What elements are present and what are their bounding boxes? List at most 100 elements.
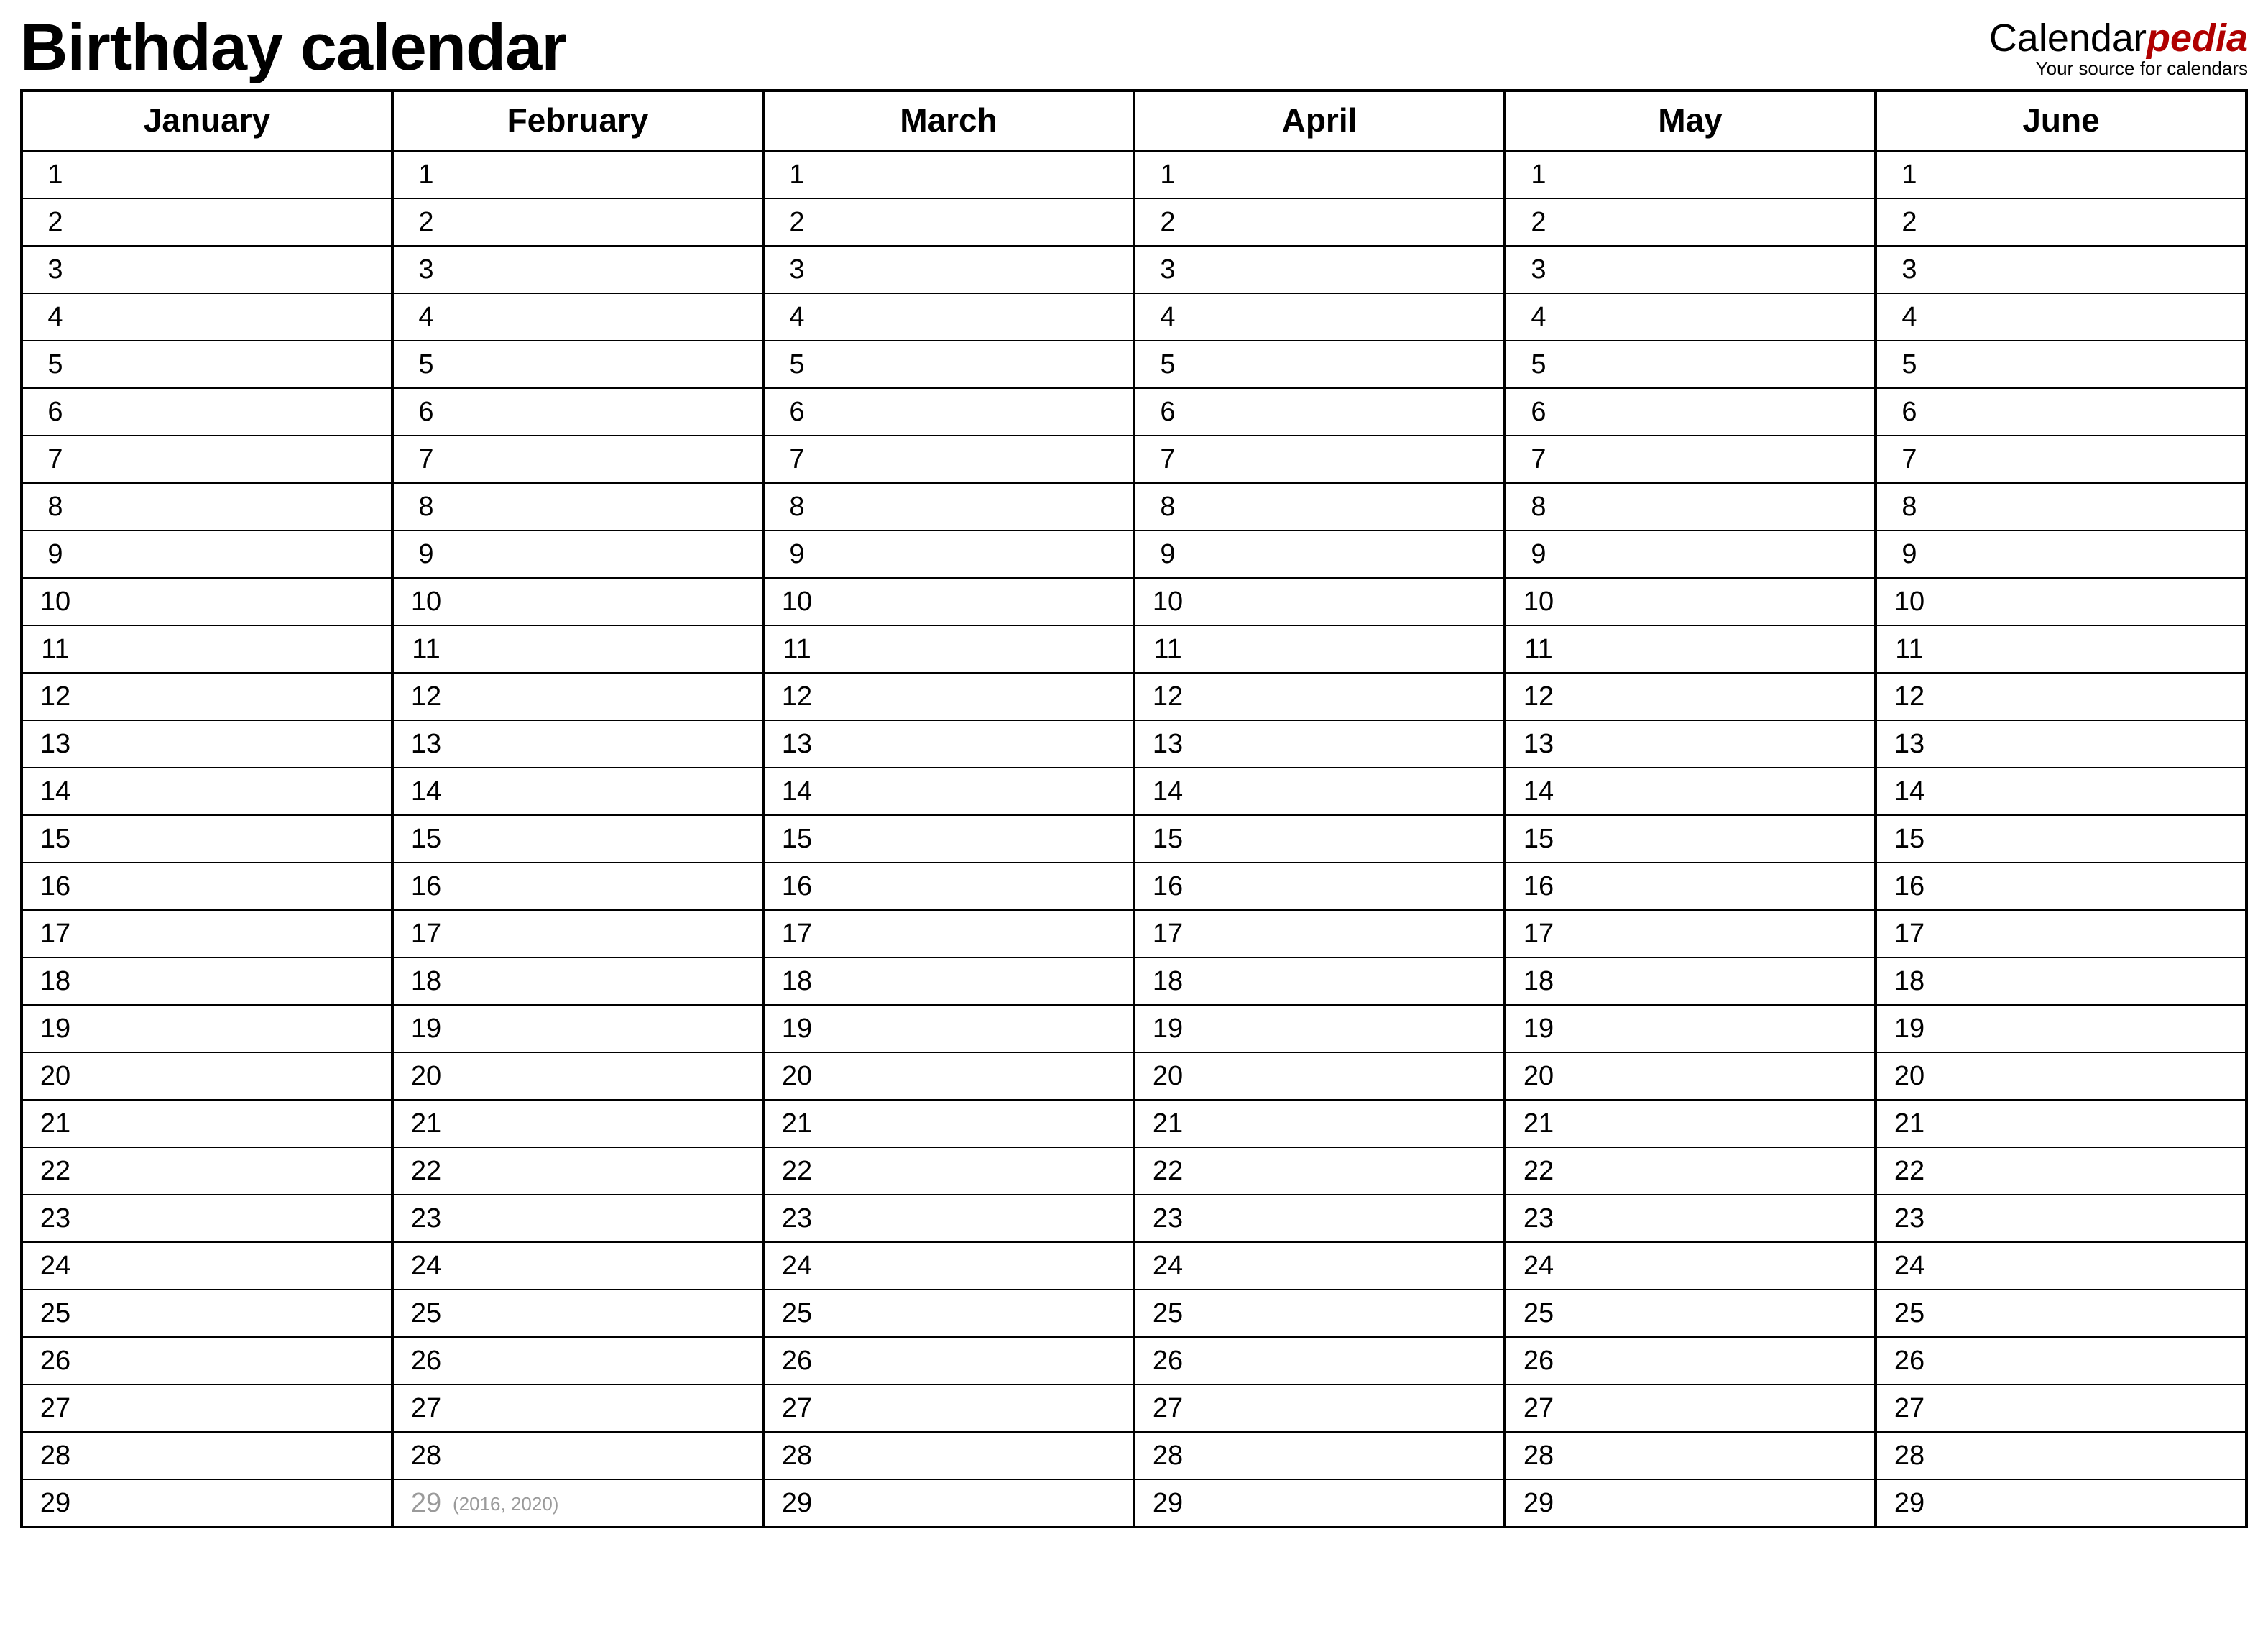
calendar-day-cell[interactable]: 16 [1876, 863, 2246, 910]
calendar-day-cell[interactable]: 29 [1505, 1479, 1876, 1527]
calendar-day-cell[interactable]: 22 [763, 1147, 1134, 1195]
calendar-day-cell[interactable]: 11 [763, 625, 1134, 673]
calendar-day-cell[interactable]: 3 [1134, 246, 1505, 293]
calendar-day-cell[interactable]: 10 [22, 578, 392, 625]
calendar-day-cell[interactable]: 23 [392, 1195, 763, 1242]
calendar-day-cell[interactable]: 13 [763, 720, 1134, 768]
calendar-day-cell[interactable]: 14 [1876, 768, 2246, 815]
calendar-day-cell[interactable]: 21 [392, 1100, 763, 1147]
calendar-day-cell[interactable]: 5 [392, 341, 763, 388]
calendar-day-cell[interactable]: 3 [763, 246, 1134, 293]
calendar-day-cell[interactable]: 9 [1876, 530, 2246, 578]
calendar-day-cell[interactable]: 5 [763, 341, 1134, 388]
calendar-day-cell[interactable]: 23 [1876, 1195, 2246, 1242]
calendar-day-cell[interactable]: 21 [763, 1100, 1134, 1147]
calendar-day-cell[interactable]: 14 [22, 768, 392, 815]
calendar-day-cell[interactable]: 27 [1505, 1384, 1876, 1432]
calendar-day-cell[interactable]: 21 [1876, 1100, 2246, 1147]
calendar-day-cell[interactable]: 12 [1876, 673, 2246, 720]
calendar-day-cell[interactable]: 14 [1505, 768, 1876, 815]
calendar-day-cell[interactable]: 28 [392, 1432, 763, 1479]
calendar-day-cell[interactable]: 26 [392, 1337, 763, 1384]
calendar-day-cell[interactable]: 13 [1876, 720, 2246, 768]
calendar-day-cell[interactable]: 27 [1876, 1384, 2246, 1432]
calendar-day-cell[interactable]: 26 [1505, 1337, 1876, 1384]
calendar-day-cell[interactable]: 17 [1876, 910, 2246, 957]
calendar-day-cell[interactable]: 8 [392, 483, 763, 530]
calendar-day-cell[interactable]: 27 [763, 1384, 1134, 1432]
calendar-day-cell[interactable]: 21 [1134, 1100, 1505, 1147]
calendar-day-cell[interactable]: 4 [763, 293, 1134, 341]
calendar-day-cell[interactable]: 20 [392, 1052, 763, 1100]
calendar-day-cell[interactable]: 24 [1505, 1242, 1876, 1290]
calendar-day-cell[interactable]: 25 [1505, 1290, 1876, 1337]
calendar-day-cell[interactable]: 8 [1505, 483, 1876, 530]
calendar-day-cell[interactable]: 8 [22, 483, 392, 530]
calendar-day-cell[interactable]: 7 [1505, 436, 1876, 483]
calendar-day-cell[interactable]: 7 [392, 436, 763, 483]
calendar-day-cell[interactable]: 6 [1505, 388, 1876, 436]
calendar-day-cell[interactable]: 29(2016, 2020) [392, 1479, 763, 1527]
calendar-day-cell[interactable]: 4 [1134, 293, 1505, 341]
calendar-day-cell[interactable]: 15 [763, 815, 1134, 863]
calendar-day-cell[interactable]: 2 [763, 198, 1134, 246]
calendar-day-cell[interactable]: 17 [392, 910, 763, 957]
calendar-day-cell[interactable]: 22 [1876, 1147, 2246, 1195]
calendar-day-cell[interactable]: 17 [763, 910, 1134, 957]
calendar-day-cell[interactable]: 1 [22, 151, 392, 198]
calendar-day-cell[interactable]: 20 [1876, 1052, 2246, 1100]
calendar-day-cell[interactable]: 15 [1134, 815, 1505, 863]
calendar-day-cell[interactable]: 1 [1134, 151, 1505, 198]
calendar-day-cell[interactable]: 27 [1134, 1384, 1505, 1432]
calendar-day-cell[interactable]: 25 [1876, 1290, 2246, 1337]
calendar-day-cell[interactable]: 2 [1134, 198, 1505, 246]
calendar-day-cell[interactable]: 21 [1505, 1100, 1876, 1147]
calendar-day-cell[interactable]: 14 [1134, 768, 1505, 815]
calendar-day-cell[interactable]: 7 [1134, 436, 1505, 483]
calendar-day-cell[interactable]: 19 [1134, 1005, 1505, 1052]
calendar-day-cell[interactable]: 26 [22, 1337, 392, 1384]
calendar-day-cell[interactable]: 23 [1134, 1195, 1505, 1242]
calendar-day-cell[interactable]: 24 [1134, 1242, 1505, 1290]
calendar-day-cell[interactable]: 28 [1505, 1432, 1876, 1479]
calendar-day-cell[interactable]: 21 [22, 1100, 392, 1147]
calendar-day-cell[interactable]: 4 [1876, 293, 2246, 341]
calendar-day-cell[interactable]: 17 [1505, 910, 1876, 957]
calendar-day-cell[interactable]: 10 [1876, 578, 2246, 625]
calendar-day-cell[interactable]: 23 [763, 1195, 1134, 1242]
calendar-day-cell[interactable]: 25 [1134, 1290, 1505, 1337]
calendar-day-cell[interactable]: 2 [1505, 198, 1876, 246]
calendar-day-cell[interactable]: 27 [392, 1384, 763, 1432]
calendar-day-cell[interactable]: 22 [22, 1147, 392, 1195]
calendar-day-cell[interactable]: 28 [22, 1432, 392, 1479]
calendar-day-cell[interactable]: 4 [1505, 293, 1876, 341]
calendar-day-cell[interactable]: 27 [22, 1384, 392, 1432]
calendar-day-cell[interactable]: 15 [392, 815, 763, 863]
calendar-day-cell[interactable]: 15 [1505, 815, 1876, 863]
calendar-day-cell[interactable]: 23 [22, 1195, 392, 1242]
calendar-day-cell[interactable]: 1 [1505, 151, 1876, 198]
calendar-day-cell[interactable]: 16 [392, 863, 763, 910]
calendar-day-cell[interactable]: 25 [22, 1290, 392, 1337]
calendar-day-cell[interactable]: 5 [1505, 341, 1876, 388]
calendar-day-cell[interactable]: 7 [1876, 436, 2246, 483]
calendar-day-cell[interactable]: 23 [1505, 1195, 1876, 1242]
calendar-day-cell[interactable]: 3 [22, 246, 392, 293]
calendar-day-cell[interactable]: 28 [1876, 1432, 2246, 1479]
calendar-day-cell[interactable]: 22 [1134, 1147, 1505, 1195]
calendar-day-cell[interactable]: 16 [22, 863, 392, 910]
calendar-day-cell[interactable]: 17 [1134, 910, 1505, 957]
calendar-day-cell[interactable]: 18 [392, 957, 763, 1005]
calendar-day-cell[interactable]: 6 [22, 388, 392, 436]
calendar-day-cell[interactable]: 1 [392, 151, 763, 198]
calendar-day-cell[interactable]: 28 [1134, 1432, 1505, 1479]
calendar-day-cell[interactable]: 9 [1505, 530, 1876, 578]
calendar-day-cell[interactable]: 11 [1876, 625, 2246, 673]
calendar-day-cell[interactable]: 19 [392, 1005, 763, 1052]
calendar-day-cell[interactable]: 9 [392, 530, 763, 578]
calendar-day-cell[interactable]: 25 [392, 1290, 763, 1337]
calendar-day-cell[interactable]: 9 [1134, 530, 1505, 578]
calendar-day-cell[interactable]: 24 [22, 1242, 392, 1290]
calendar-day-cell[interactable]: 18 [1505, 957, 1876, 1005]
calendar-day-cell[interactable]: 22 [392, 1147, 763, 1195]
